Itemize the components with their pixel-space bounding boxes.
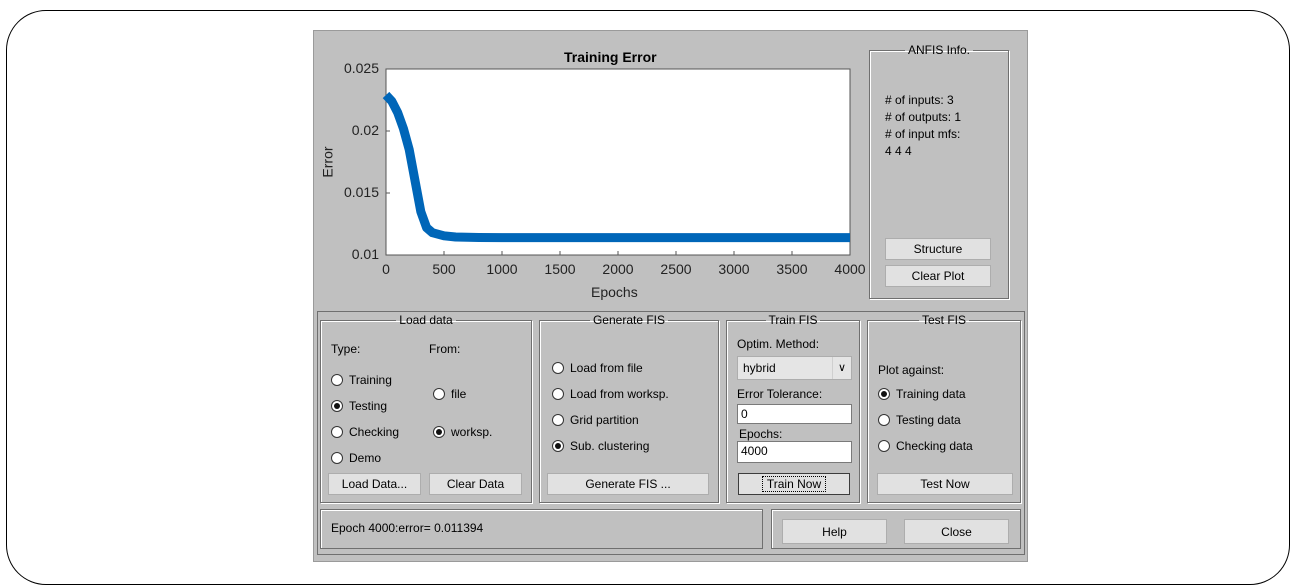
- x-tick-label: 3000: [718, 261, 750, 277]
- radio-type-demo[interactable]: Demo: [331, 451, 381, 465]
- x-tick-label: 0: [382, 261, 390, 277]
- num-outputs-text: # of outputs: 1: [885, 110, 962, 124]
- radio-type-testing[interactable]: Testing: [331, 399, 387, 413]
- radio-circle: [433, 426, 445, 438]
- radio-plot-testing-data[interactable]: Testing data: [878, 413, 961, 427]
- structure-button[interactable]: Structure: [885, 238, 991, 260]
- radio-circle: [552, 440, 564, 452]
- type-label: Type:: [331, 342, 361, 356]
- status-message: Epoch 4000:error= 0.011394: [331, 521, 484, 535]
- clear-plot-button[interactable]: Clear Plot: [885, 265, 991, 287]
- radio-circle: [433, 388, 445, 400]
- y-tick-label: 0.01: [351, 246, 379, 262]
- optim-method-label: Optim. Method:: [737, 337, 820, 351]
- error-tolerance-input[interactable]: 0: [737, 404, 852, 424]
- radio-from-file[interactable]: file: [433, 387, 466, 401]
- radio-circle: [331, 400, 343, 412]
- radio-plot-checking-data[interactable]: Checking data: [878, 439, 973, 453]
- plot-against-label: Plot against:: [878, 363, 945, 377]
- test-now-button-label: Test Now: [920, 477, 970, 491]
- x-tick-label: 500: [432, 261, 456, 277]
- radio-label: Checking data: [896, 439, 973, 453]
- radio-circle: [878, 440, 890, 452]
- x-axis-label: Epochs: [591, 284, 638, 300]
- radio-label: Testing: [349, 399, 388, 413]
- clear-data-button-label: Clear Data: [446, 477, 505, 491]
- radio-circle: [331, 452, 343, 464]
- optim-method-value: hybrid: [743, 361, 776, 375]
- num-input-mfs-text: # of input mfs:: [885, 127, 961, 141]
- load-data-button-label: Load Data...: [341, 477, 408, 491]
- x-tick-label: 1500: [544, 261, 576, 277]
- radio-label: Load from file: [570, 361, 643, 375]
- x-tick-label: 1000: [486, 261, 518, 277]
- from-label: From:: [429, 342, 461, 356]
- test-now-button[interactable]: Test Now: [877, 473, 1013, 495]
- radio-circle: [331, 374, 343, 386]
- radio-label: file: [451, 387, 467, 401]
- anfis-info-panel: ANFIS Info.: [869, 43, 1009, 299]
- radio-label: Checking: [349, 425, 400, 439]
- radio-plot-training-data[interactable]: Training data: [878, 387, 966, 401]
- radio-load-from-workspace[interactable]: Load from worksp.: [552, 387, 669, 401]
- radio-label: Grid partition: [570, 413, 639, 427]
- error-tolerance-label: Error Tolerance:: [737, 387, 823, 401]
- radio-circle: [878, 388, 890, 400]
- x-tick-label: 3500: [776, 261, 808, 277]
- radio-label: Load from worksp.: [570, 387, 669, 401]
- radio-sub-clustering[interactable]: Sub. clustering: [552, 439, 649, 453]
- radio-label: Training data: [896, 387, 966, 401]
- chevron-down-icon: ∨: [832, 357, 851, 379]
- radio-circle: [552, 388, 564, 400]
- radio-label: Testing data: [896, 413, 961, 427]
- x-tick-label: 4000: [834, 261, 866, 277]
- generate-fis-legend: Generate FIS: [592, 313, 666, 327]
- radio-circle: [331, 426, 343, 438]
- radio-from-workspace[interactable]: worksp.: [433, 425, 492, 439]
- radio-grid-partition[interactable]: Grid partition: [552, 413, 639, 427]
- radio-load-from-file[interactable]: Load from file: [552, 361, 643, 375]
- help-button-label: Help: [822, 524, 847, 539]
- radio-label: Training: [349, 373, 392, 387]
- close-button[interactable]: Close: [904, 519, 1009, 544]
- radio-type-checking[interactable]: Checking: [331, 425, 399, 439]
- epochs-label: Epochs:: [739, 427, 783, 441]
- structure-button-label: Structure: [913, 242, 963, 256]
- y-tick-label: 0.02: [351, 122, 379, 138]
- x-tick-label: 2500: [660, 261, 692, 277]
- load-data-legend: Load data: [399, 313, 453, 327]
- radio-circle: [878, 414, 890, 426]
- clear-data-button[interactable]: Clear Data: [429, 473, 522, 495]
- y-axis-label: Error: [319, 146, 336, 178]
- train-now-button-label: Train Now: [761, 476, 827, 492]
- radio-circle: [552, 414, 564, 426]
- y-tick-label: 0.025: [343, 60, 379, 76]
- generate-fis-button[interactable]: Generate FIS ...: [547, 473, 709, 495]
- help-button[interactable]: Help: [782, 519, 887, 544]
- num-inputs-text: # of inputs: 3: [885, 93, 954, 107]
- anfis-info-legend: ANFIS Info.: [907, 43, 971, 57]
- input-mfs-values: 4 4 4: [885, 144, 912, 158]
- train-now-button[interactable]: Train Now: [738, 473, 850, 495]
- train-fis-legend: Train FIS: [768, 313, 818, 327]
- radio-type-training[interactable]: Training: [331, 373, 392, 387]
- close-button-label: Close: [941, 524, 972, 539]
- clear-plot-button-label: Clear Plot: [911, 269, 965, 283]
- radio-label: Demo: [349, 451, 382, 465]
- radio-label: Sub. clustering: [570, 439, 650, 453]
- x-tick-label: 2000: [602, 261, 634, 277]
- radio-label: worksp.: [451, 425, 493, 439]
- y-tick-label: 0.015: [343, 184, 379, 200]
- generate-fis-button-label: Generate FIS ...: [585, 477, 671, 491]
- radio-circle: [552, 362, 564, 374]
- epochs-input[interactable]: 4000: [737, 441, 852, 463]
- anfis-editor-window: Training Error Error Epochs ANFIS Info. …: [313, 30, 1028, 562]
- optim-method-select[interactable]: hybrid ∨: [737, 356, 852, 380]
- load-data-button[interactable]: Load Data...: [328, 473, 421, 495]
- test-fis-legend: Test FIS: [921, 313, 966, 327]
